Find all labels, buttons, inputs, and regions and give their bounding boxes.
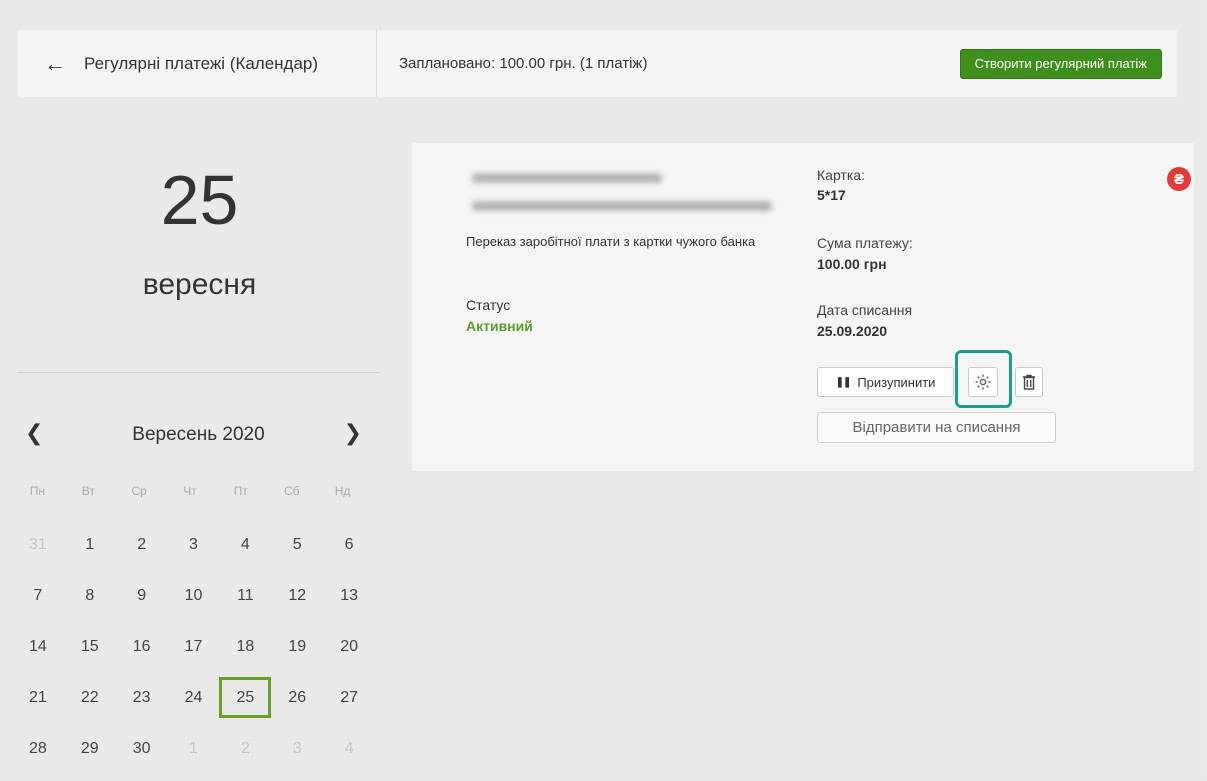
calendar-day[interactable]: 21 <box>12 677 64 718</box>
pause-button[interactable]: ❚❚ Призупинити <box>817 367 954 397</box>
calendar-week: 21 22 23 24 25 26 27 <box>12 677 375 728</box>
trash-icon <box>1023 374 1035 390</box>
calendar-day[interactable]: 2 <box>219 728 271 769</box>
calendar-day[interactable]: 1 <box>64 524 116 565</box>
recipient-name-redacted <box>472 201 772 211</box>
card-label: Картка: <box>817 167 865 183</box>
amount-value: 100.00 грн <box>817 256 887 272</box>
weekday: Чт <box>183 484 197 498</box>
calendar-day[interactable]: 24 <box>168 677 220 718</box>
delete-button[interactable] <box>1015 367 1043 397</box>
calendar-day[interactable]: 2 <box>116 524 168 565</box>
calendar-day[interactable]: 13 <box>323 575 375 616</box>
calendar-day[interactable]: 23 <box>116 677 168 718</box>
calendar-day[interactable]: 17 <box>168 626 220 667</box>
calendar-day[interactable]: 31 <box>12 524 64 565</box>
selected-day: 25 <box>160 161 239 239</box>
submit-for-debit-button[interactable]: Відправити на списання <box>817 412 1056 443</box>
calendar-day[interactable]: 11 <box>219 575 271 616</box>
calendar-day[interactable]: 28 <box>12 728 64 769</box>
calendar-day[interactable]: 9 <box>116 575 168 616</box>
payment-description: Переказ заробітної плати з картки чужого… <box>466 234 756 249</box>
weekday: Пт <box>233 484 248 498</box>
page-title: Регулярні платежі (Календар) <box>84 53 319 73</box>
calendar-day[interactable]: 6 <box>323 524 375 565</box>
calendar-grid: 31 1 2 3 4 5 6 7 8 9 10 11 12 13 14 15 1… <box>12 524 375 779</box>
pause-icon: ❚❚ <box>835 376 852 388</box>
back-arrow-icon[interactable]: ← <box>44 52 66 75</box>
calendar-week: 14 15 16 17 18 19 20 <box>12 626 375 677</box>
calendar-week: 28 29 30 1 2 3 4 <box>12 728 375 779</box>
calendar-day[interactable]: 12 <box>271 575 323 616</box>
calendar-day-selected[interactable]: 25 <box>219 677 272 718</box>
amount-label: Сума платежу: <box>817 235 913 251</box>
selected-month: вересня <box>142 268 257 301</box>
calendar-day[interactable]: 20 <box>323 626 375 667</box>
payment-card: Переказ заробітної плати з картки чужого… <box>412 143 1194 471</box>
calendar-month-title: Вересень 2020 <box>132 424 265 445</box>
calendar-day[interactable]: 3 <box>271 728 323 769</box>
pause-button-label: Призупинити <box>857 374 936 390</box>
debit-date-value: 25.09.2020 <box>817 323 888 339</box>
calendar-day[interactable]: 22 <box>64 677 116 718</box>
status-value: Активний <box>466 318 533 334</box>
calendar-week: 7 8 9 10 11 12 13 <box>12 575 375 626</box>
calendar-day[interactable]: 1 <box>168 728 220 769</box>
debit-date-label: Дата списання <box>817 302 913 318</box>
create-regular-payment-button[interactable]: Створити регулярний платіж <box>959 48 1162 79</box>
weekday: Пн <box>29 484 46 498</box>
weekday: Вт <box>81 484 95 498</box>
calendar-day[interactable]: 7 <box>12 575 64 616</box>
weekday: Сб <box>283 484 300 498</box>
calendar-day[interactable]: 10 <box>168 575 220 616</box>
calendar-day[interactable]: 15 <box>64 626 116 667</box>
weekday: Нд <box>334 484 351 498</box>
calendar-day[interactable]: 4 <box>323 728 375 769</box>
calendar-week: 31 1 2 3 4 5 6 <box>12 524 375 575</box>
calendar-day[interactable]: 19 <box>271 626 323 667</box>
calendar-day[interactable]: 16 <box>116 626 168 667</box>
calendar-day[interactable]: 8 <box>64 575 116 616</box>
top-bar: ← Регулярні платежі (Календар) Запланова… <box>18 30 1177 97</box>
calendar-day[interactable]: 5 <box>271 524 323 565</box>
calendar-day[interactable]: 30 <box>116 728 168 769</box>
next-month-icon[interactable]: ❯ <box>344 420 362 446</box>
calendar-day[interactable]: 27 <box>323 677 375 718</box>
calendar-day[interactable]: 3 <box>168 524 220 565</box>
calendar-day[interactable]: 29 <box>64 728 116 769</box>
planned-summary: Заплановано: 100.00 грн. (1 платіж) <box>399 55 648 72</box>
calendar-day[interactable]: 14 <box>12 626 64 667</box>
card-value: 5*17 <box>817 187 846 203</box>
status-label: Статус <box>466 297 511 313</box>
calendar-weekdays: Пн Вт Ср Чт Пт Сб Нд <box>12 484 368 498</box>
recipient-name-redacted <box>472 173 662 183</box>
weekday: Ср <box>131 484 147 498</box>
settings-button[interactable] <box>968 367 998 397</box>
back-section: ← Регулярні платежі (Календар) <box>18 30 377 97</box>
divider <box>17 372 380 373</box>
calendar-day[interactable]: 26 <box>271 677 323 718</box>
calendar-day[interactable]: 18 <box>219 626 271 667</box>
calendar-header: ❮ Вересень 2020 ❯ <box>17 414 380 450</box>
gear-icon <box>975 374 991 390</box>
hryvnia-icon: ₴ <box>1167 167 1191 191</box>
calendar-day[interactable]: 4 <box>219 524 271 565</box>
